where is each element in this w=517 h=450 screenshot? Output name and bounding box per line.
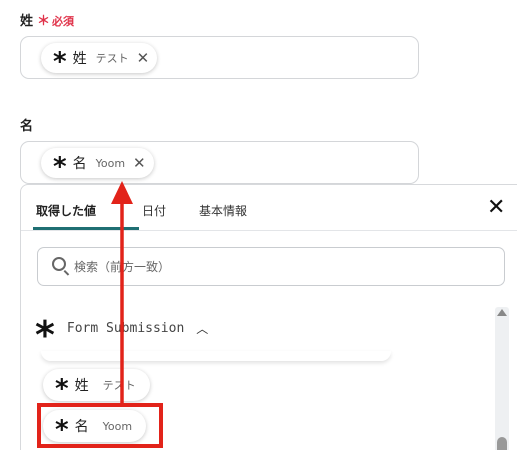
annotation-arrow bbox=[111, 181, 133, 403]
